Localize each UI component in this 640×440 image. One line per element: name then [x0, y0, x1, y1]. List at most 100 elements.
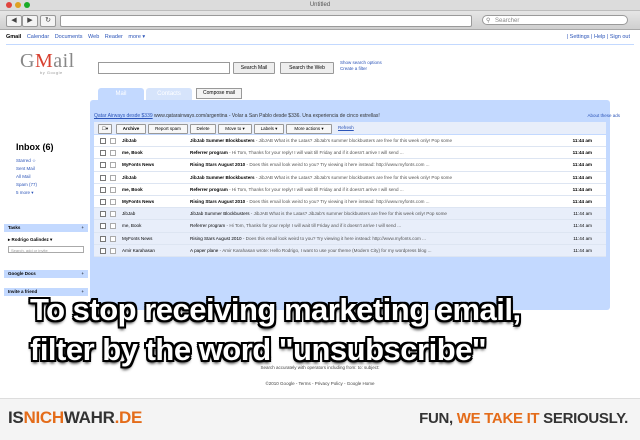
- sidebar-item-inbox[interactable]: Inbox (6): [16, 142, 54, 152]
- address-bar[interactable]: [60, 15, 472, 27]
- ad-url[interactable]: www.qatarairways.com/argentina: [154, 113, 227, 119]
- row-sender: MyFonts News: [122, 198, 155, 204]
- gbar-reader[interactable]: Reader: [105, 34, 123, 40]
- back-arrow-icon[interactable]: ◀: [6, 15, 22, 27]
- table-row[interactable]: JibJab JibJab Summer Blockbusters - JibJA…: [94, 208, 606, 221]
- compose-mail-button[interactable]: Compose mail: [196, 88, 242, 99]
- google-docs-label: Google Docs: [8, 271, 36, 276]
- table-row[interactable]: JibJab JibJab Summer Blockbusters - JibJA…: [94, 171, 606, 184]
- site-logo[interactable]: ISNICHWAHR.DE: [8, 408, 142, 428]
- gmail-logo[interactable]: GMail by Google: [20, 50, 75, 75]
- logo-g: G: [20, 50, 35, 72]
- google-docs-header[interactable]: Google Docs +: [4, 270, 88, 278]
- sidebar-item-sent[interactable]: Sent Mail: [16, 165, 37, 173]
- move-to-dropdown[interactable]: Move to ▾: [218, 124, 252, 134]
- row-subject: Referrer program - Hi Tom, Thanks for yo…: [190, 147, 560, 158]
- star-icon[interactable]: [110, 247, 116, 254]
- row-checkbox[interactable]: [100, 186, 106, 193]
- row-checkbox[interactable]: [100, 198, 106, 205]
- table-row[interactable]: JibJab JibJab Summer Blockbusters - JibJA…: [94, 135, 606, 148]
- table-row[interactable]: me, Book Referrer program - Hi Tom, Thank…: [94, 220, 606, 233]
- tab-contacts[interactable]: Contacts: [146, 88, 192, 100]
- search-web-button[interactable]: Search the Web: [280, 62, 334, 74]
- gbar-divider: [6, 44, 634, 45]
- forward-arrow-icon[interactable]: ▶: [22, 15, 38, 27]
- about-ads-link[interactable]: About these ads: [587, 112, 620, 120]
- row-subject: JibJab Summer Blockbusters - JibJAB What…: [190, 135, 560, 146]
- labels-dropdown[interactable]: Labels ▾: [254, 124, 284, 134]
- contacts-search-input[interactable]: Search, add or invite: [8, 246, 84, 253]
- row-snippet: - Hi Tom, Thanks for your reply! I will …: [225, 223, 402, 229]
- row-subject-text: Referrer program: [190, 150, 228, 156]
- row-checkbox[interactable]: [100, 235, 106, 242]
- action-bar: ☐▾ Archive Report spam Delete Move to ▾ …: [94, 122, 606, 134]
- row-checkbox[interactable]: [100, 211, 106, 218]
- row-sender: JibJab: [122, 211, 136, 217]
- browser-search-placeholder: Searcher: [495, 18, 520, 24]
- star-icon[interactable]: [110, 235, 116, 242]
- footer-links[interactable]: ©2010 Google - Terms - Privacy Policy - …: [0, 380, 640, 387]
- search-mail-button[interactable]: Search Mail: [233, 62, 275, 74]
- browser-search-input[interactable]: ⚲ Searcher: [482, 15, 628, 25]
- row-snippet: - JibJAB What is the Latas? JibJab's sum…: [249, 211, 447, 217]
- table-row[interactable]: me, Book Referrer program - Hi Tom, Thank…: [94, 183, 606, 196]
- sidebar-item-starred[interactable]: Starred ☆: [16, 157, 37, 165]
- sidebar-nav: Starred ☆ Sent Mail All Mail Spam (77) 5…: [16, 157, 37, 197]
- create-filter-link[interactable]: Create a filter: [340, 66, 382, 72]
- star-icon[interactable]: [110, 186, 116, 193]
- select-checkbox-dropdown[interactable]: ☐▾: [98, 124, 112, 134]
- row-time: 11:44 am: [573, 223, 592, 229]
- sidebar-item-all-mail[interactable]: All Mail: [16, 173, 37, 181]
- gbar-more[interactable]: more ▾: [128, 34, 145, 40]
- archive-button[interactable]: Archive: [116, 124, 146, 134]
- gbar-documents[interactable]: Documents: [55, 34, 83, 40]
- star-icon[interactable]: [110, 198, 116, 205]
- wm-wahr: WAHR: [63, 408, 115, 427]
- row-sender: JibJab: [122, 138, 137, 143]
- row-subject-text: Referrer program: [190, 223, 226, 229]
- mail-search-input[interactable]: [98, 62, 230, 74]
- star-icon[interactable]: [110, 174, 116, 181]
- row-checkbox[interactable]: [100, 223, 106, 230]
- row-checkbox[interactable]: [100, 162, 106, 169]
- star-icon[interactable]: [110, 223, 116, 230]
- row-checkbox[interactable]: [100, 174, 106, 181]
- table-row[interactable]: MyFonts News Rising Stars August 2010 - D…: [94, 232, 606, 245]
- row-snippet: - JibJAB What is the Latas? JibJab's sum…: [254, 174, 453, 180]
- row-subject-text: JibJab Summer Blockbusters: [190, 174, 255, 180]
- gbar-web[interactable]: Web: [88, 34, 99, 40]
- table-row[interactable]: MyFonts News Rising Stars August 2010 - D…: [94, 195, 606, 209]
- sidebar-item-spam[interactable]: Spam (77): [16, 181, 37, 189]
- sidebar-item-more[interactable]: 5 more ▾: [16, 189, 37, 197]
- row-snippet: - Hi Tom, Thanks for your reply! I will …: [227, 186, 404, 192]
- gbar-calendar[interactable]: Calendar: [27, 34, 49, 40]
- delete-button[interactable]: Delete: [190, 124, 216, 134]
- report-spam-button[interactable]: Report spam: [148, 124, 188, 134]
- row-checkbox[interactable]: [100, 150, 106, 157]
- row-checkbox[interactable]: [100, 138, 106, 144]
- contact-rodrigo[interactable]: ▸ Rodrigo Galindez ▾: [8, 236, 88, 244]
- star-icon[interactable]: [110, 138, 116, 144]
- gbar-account-links[interactable]: | Settings | Help | Sign out: [567, 34, 630, 40]
- google-docs-expand-icon: +: [81, 271, 84, 276]
- row-subject: Referrer program - Hi Tom, Thanks for yo…: [190, 220, 560, 231]
- table-row[interactable]: MyFonts News Rising Stars August 2010 - D…: [94, 159, 606, 172]
- tasks-header[interactable]: Tasks +: [4, 224, 88, 232]
- row-subject: Rising Stars August 2010 - Does this ema…: [190, 233, 560, 244]
- refresh-link[interactable]: Refresh: [338, 122, 354, 134]
- browser-toolbar: ◀ ▶ ↻ ⚲ Searcher: [0, 11, 640, 30]
- ad-link[interactable]: Qatar Airways desde $339: [94, 113, 153, 119]
- more-actions-dropdown[interactable]: More actions ▾: [286, 124, 332, 134]
- table-row[interactable]: Amir Karahasan A paper plane - Amir Karah…: [94, 244, 606, 257]
- star-icon[interactable]: [110, 211, 116, 218]
- tab-mail[interactable]: Mail: [98, 88, 144, 100]
- gbar-gmail[interactable]: Gmail: [6, 34, 21, 40]
- google-bar: Gmail Calendar Documents Web Reader more…: [6, 34, 634, 44]
- star-icon[interactable]: [110, 150, 116, 157]
- row-time: 11:44 am: [572, 186, 592, 192]
- logo-subtitle: by Google: [40, 70, 63, 75]
- table-row[interactable]: me, Book Referrer program - Hi Tom, Thank…: [94, 147, 606, 160]
- row-checkbox[interactable]: [100, 247, 106, 254]
- star-icon[interactable]: [110, 162, 116, 169]
- reload-icon[interactable]: ↻: [40, 15, 56, 27]
